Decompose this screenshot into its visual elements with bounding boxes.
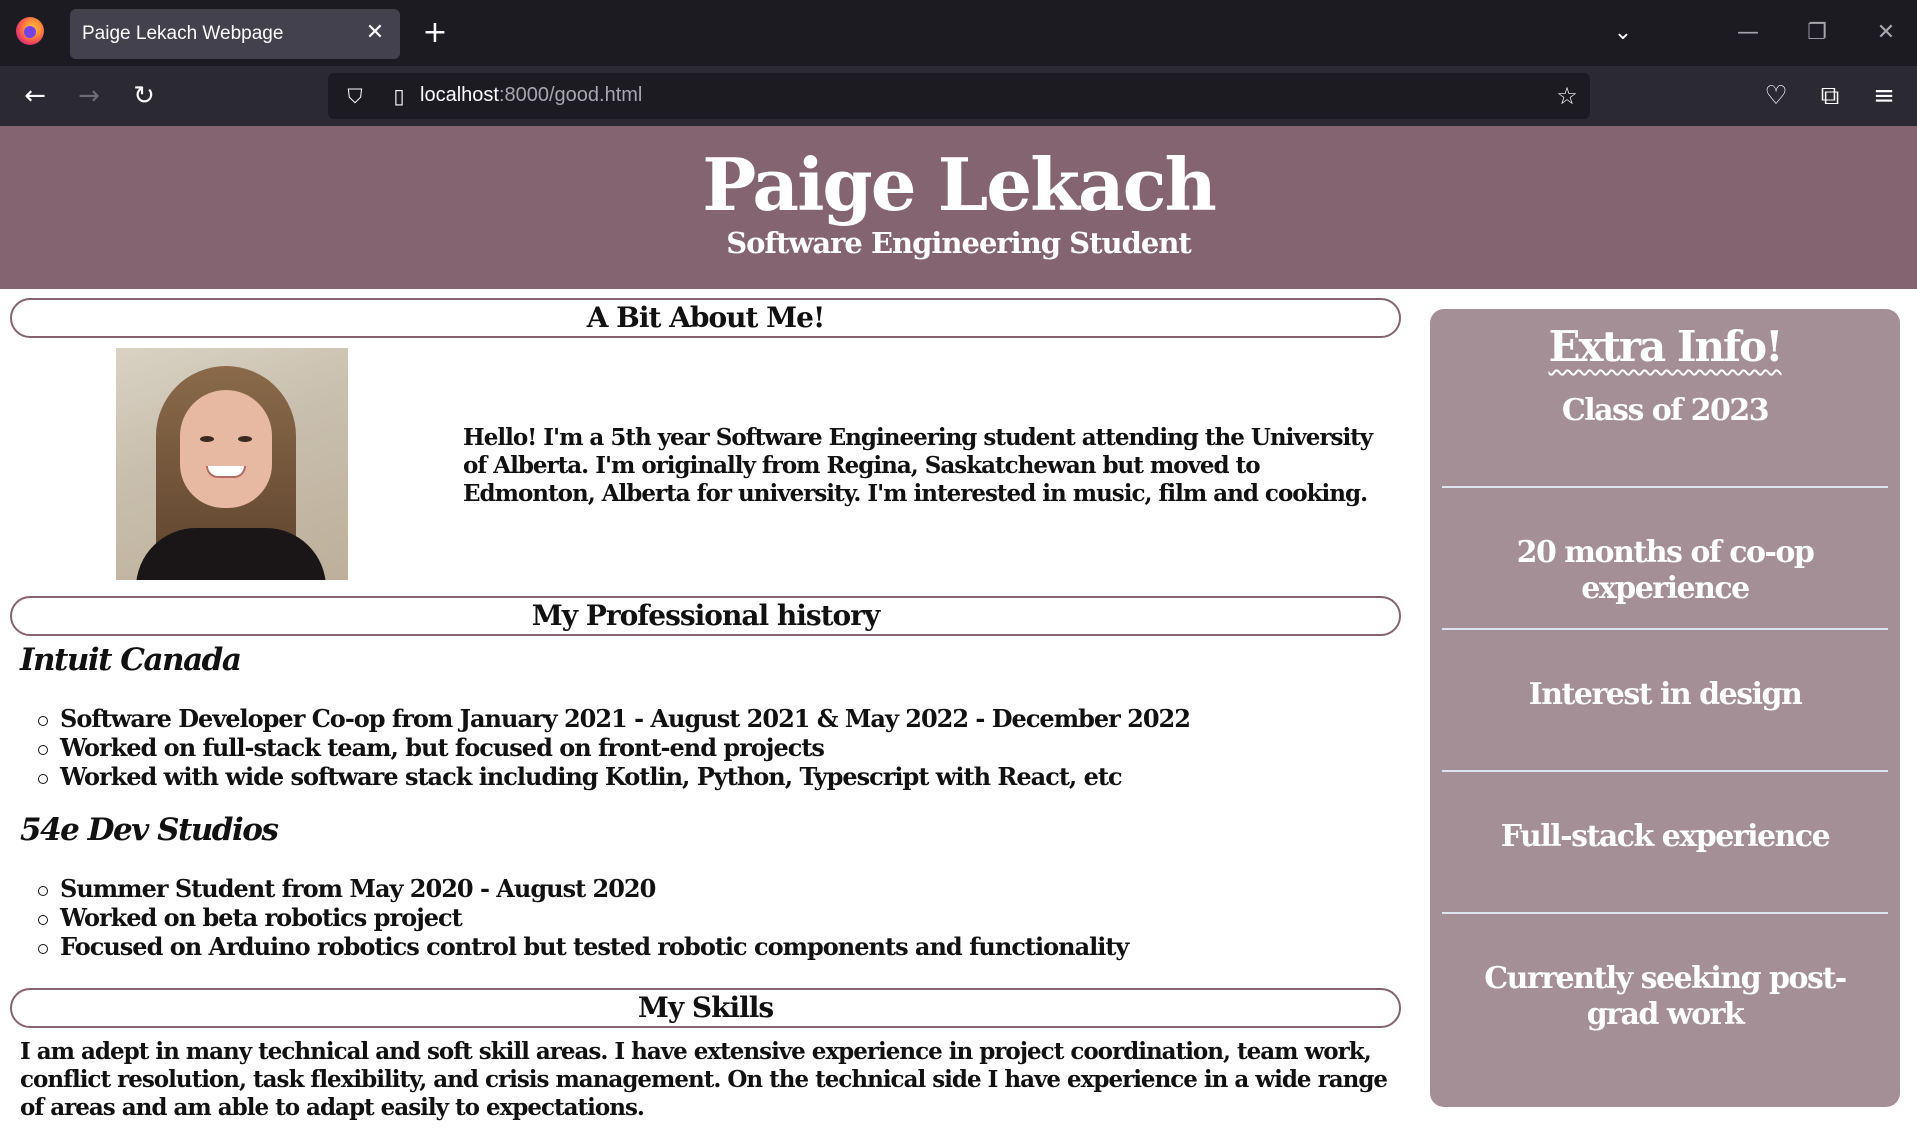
close-tab-icon[interactable]: ✕ xyxy=(360,18,390,48)
bookmark-star-icon[interactable]: ☆ xyxy=(1550,79,1584,113)
page-info-icon[interactable]: ▯ xyxy=(384,81,414,111)
divider xyxy=(1442,770,1888,772)
divider xyxy=(1442,486,1888,488)
fact-item: Currently seeking post-grad work xyxy=(1484,961,1847,1032)
new-tab-icon[interactable]: + xyxy=(418,16,452,50)
main-content: A Bit About Me! Hello! I'm a 5th year So… xyxy=(10,298,1401,1129)
page-subtitle: Software Engineering Student xyxy=(726,226,1192,260)
history-heading: My Professional history xyxy=(10,596,1401,636)
site-header: Paige Lekach Software Engineering Studen… xyxy=(0,126,1917,289)
list-item: Worked with wide software stack includin… xyxy=(38,762,1190,791)
back-icon[interactable]: ← xyxy=(17,78,53,114)
menu-icon[interactable]: ≡ xyxy=(1866,78,1902,114)
fact-item: Interest in design xyxy=(1528,677,1803,712)
fact-item: 20 months of co-op experience xyxy=(1516,535,1815,606)
divider xyxy=(1442,912,1888,914)
list-item: Worked on beta robotics project xyxy=(38,903,1128,932)
list-all-tabs-icon[interactable]: ⌄ xyxy=(1606,16,1640,50)
minimize-icon[interactable]: — xyxy=(1728,14,1768,52)
job-points-list: Software Developer Co-op from January 20… xyxy=(38,704,1191,791)
tab-title: Paige Lekach Webpage xyxy=(82,23,284,44)
sidebar-title: Extra Info! xyxy=(1548,322,1783,371)
url-text[interactable]: localhost:8000/good.html xyxy=(420,84,642,107)
browser-tab-bar: Paige Lekach Webpage ✕ + ⌄ — ❐ ✕ xyxy=(0,0,1917,66)
url-path: :8000/good.html xyxy=(498,84,643,106)
profile-photo xyxy=(116,348,348,580)
divider xyxy=(1442,628,1888,630)
pocket-icon[interactable]: ♡ xyxy=(1758,78,1794,114)
skills-text: I am adept in many technical and soft sk… xyxy=(20,1038,1388,1121)
page-title: Paige Lekach xyxy=(702,142,1217,227)
job-points-list: Summer Student from May 2020 - August 20… xyxy=(38,874,1129,961)
forward-icon[interactable]: → xyxy=(71,78,107,114)
extensions-icon[interactable]: ⧉ xyxy=(1812,78,1848,114)
tracking-protection-shield-icon[interactable]: ⛉ xyxy=(338,79,372,113)
firefox-logo-icon[interactable] xyxy=(16,17,44,45)
url-host: localhost xyxy=(420,84,499,106)
reload-icon[interactable]: ↻ xyxy=(126,78,162,114)
skills-heading: My Skills xyxy=(10,988,1401,1028)
list-item: Worked on full-stack team, but focused o… xyxy=(38,733,1190,762)
close-window-icon[interactable]: ✕ xyxy=(1866,14,1906,52)
browser-nav-bar: ← → ↻ ⛉ ▯ localhost:8000/good.html ☆ ♡ ⧉… xyxy=(0,66,1917,126)
about-heading: A Bit About Me! xyxy=(10,298,1401,338)
about-text: Hello! I'm a 5th year Software Engineeri… xyxy=(463,424,1373,507)
list-item: Software Developer Co-op from January 20… xyxy=(38,704,1191,733)
fact-item: Full-stack experience xyxy=(1500,819,1831,854)
list-item: Focused on Arduino robotics control but … xyxy=(38,932,1129,961)
extra-info-sidebar: Extra Info! Class of 2023 20 months of c… xyxy=(1430,309,1900,1107)
job-company: Intuit Canada xyxy=(20,642,242,678)
job-company: 54e Dev Studios xyxy=(20,812,279,848)
browser-tab[interactable]: Paige Lekach Webpage ✕ xyxy=(70,9,400,59)
list-item: Summer Student from May 2020 - August 20… xyxy=(38,874,1128,903)
fact-item: Class of 2023 xyxy=(1561,393,1770,428)
restore-icon[interactable]: ❐ xyxy=(1797,14,1837,52)
url-bar[interactable]: ⛉ ▯ localhost:8000/good.html ☆ xyxy=(328,73,1590,119)
